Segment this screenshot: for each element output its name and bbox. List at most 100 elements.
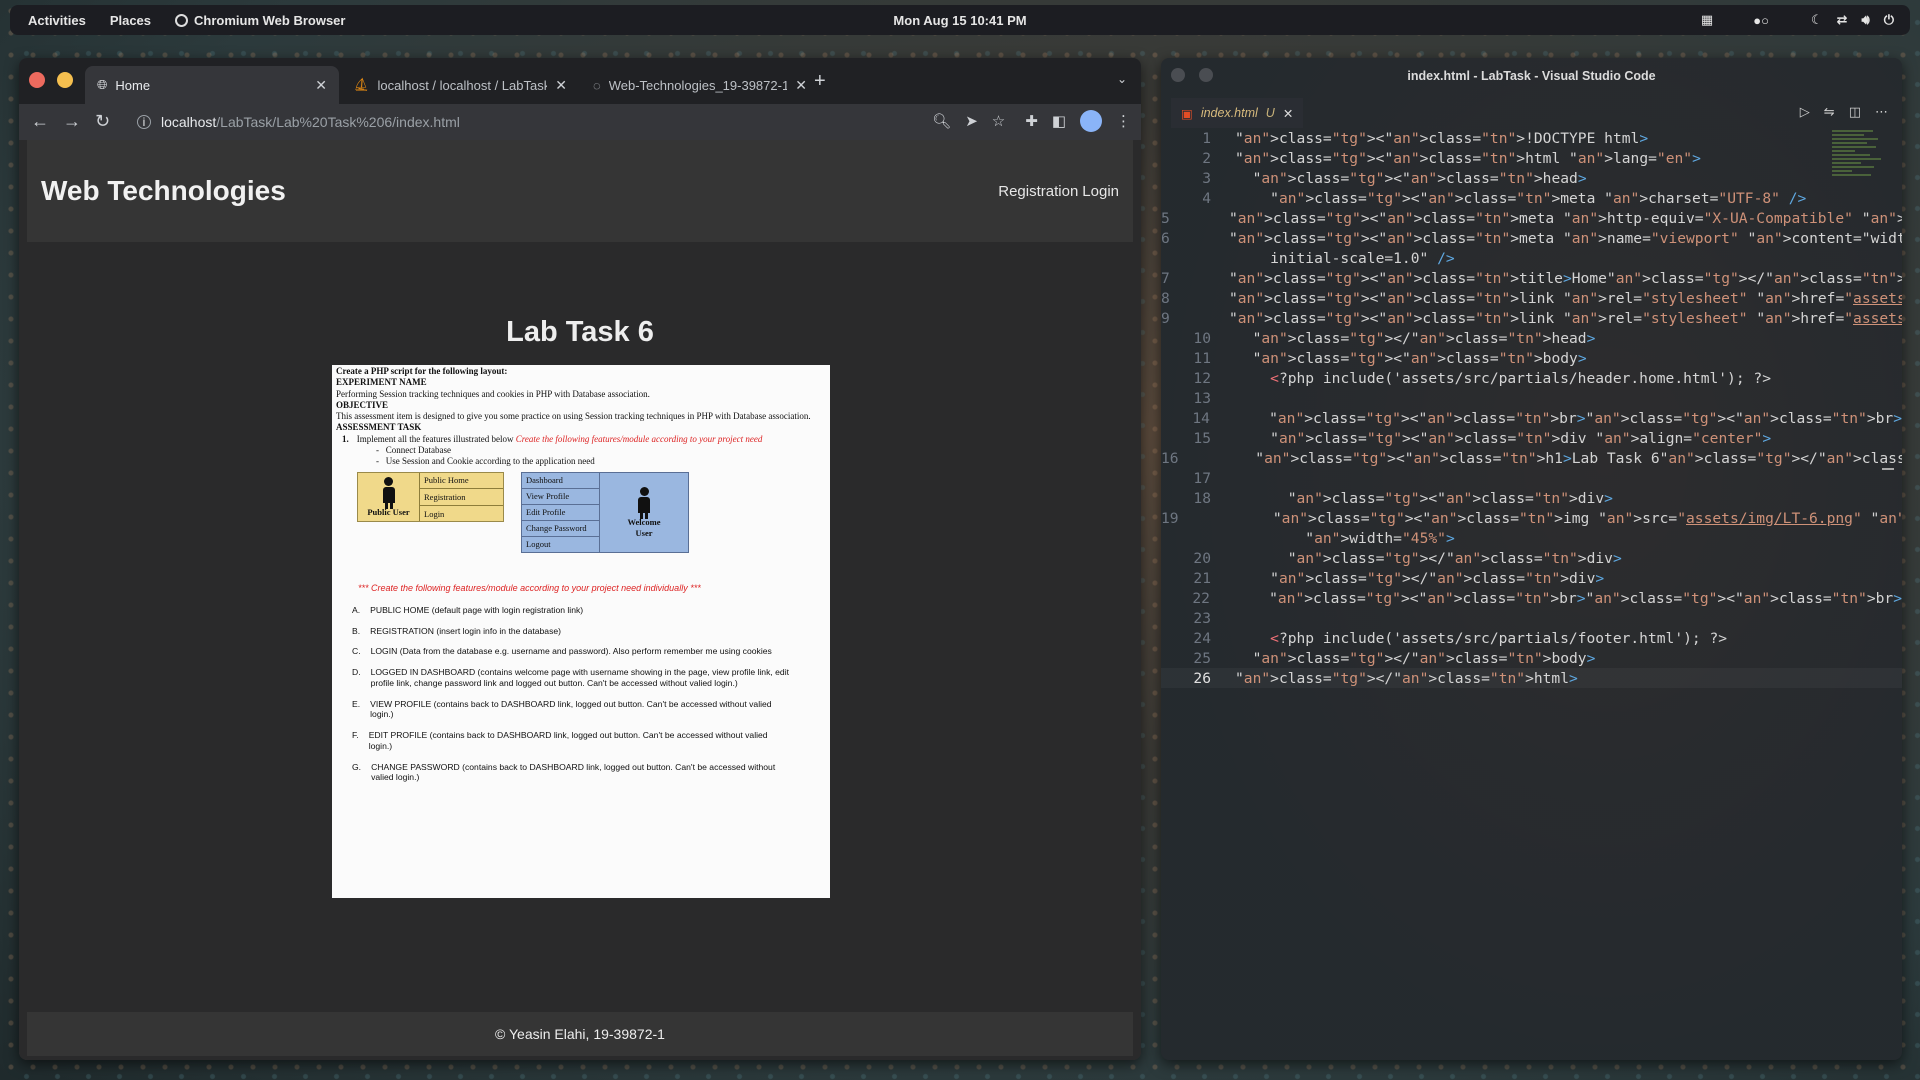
more-actions-icon[interactable]: ⋯	[1875, 104, 1888, 120]
code-line[interactable]: 20 "an">class="tg"></"an">class="tn">div…	[1161, 548, 1902, 568]
public-user-label: Public User	[367, 506, 410, 517]
line-number: 4	[1202, 189, 1211, 207]
line-number: 1	[1202, 129, 1211, 147]
extensions-icon[interactable]: ✚	[1025, 112, 1038, 130]
close-tab-icon[interactable]: ✕	[315, 77, 327, 94]
code-line[interactable]: 8 "an">class="tg"><"an">class="tn">link …	[1161, 288, 1902, 308]
code-line[interactable]: initial-scale=1.0" />	[1161, 248, 1902, 268]
code-line[interactable]: 26 "an">class="tg"></"an">class="tn">html…	[1161, 668, 1902, 688]
code-line[interactable]: 12 <?php include('assets/src/partials/he…	[1161, 368, 1902, 388]
side-panel-icon[interactable]: ◧	[1052, 112, 1066, 130]
code-editor[interactable]: 1 "an">class="tg"><"an">class="tn">!DOCTY…	[1161, 128, 1902, 688]
code-line[interactable]: 10 "an">class="tg"></"an">class="tn">hea…	[1161, 328, 1902, 348]
tab-title: Web-Technologies_19-39872-1/	[608, 77, 788, 93]
power-icon[interactable]: ⏻	[1884, 12, 1894, 28]
login-link[interactable]: Login	[1082, 183, 1119, 200]
line-number: 22	[1192, 589, 1210, 607]
address-bar[interactable]: i localhost/LabTask/Lab%20Task%206/index…	[137, 108, 1067, 136]
page-viewport: Web Technologies Registration Login Lab …	[19, 140, 1141, 1060]
doc-red-note: Create the following features/module acc…	[515, 433, 763, 444]
minimize-window-button[interactable]	[1199, 68, 1213, 82]
tab-github[interactable]: ◌ Web-Technologies_19-39872-1/ ✕	[581, 66, 819, 104]
close-tab-icon[interactable]: ✕	[555, 77, 567, 94]
line-number: 15	[1193, 429, 1211, 447]
person-icon	[637, 486, 651, 519]
close-tab-icon[interactable]: ✕	[795, 77, 807, 94]
code-text: "an">class="tg"><"an">class="tn">meta "a…	[1270, 189, 1807, 207]
code-line[interactable]: 17	[1161, 468, 1902, 488]
back-icon[interactable]: ←	[31, 111, 49, 132]
code-line[interactable]: 3 "an">class="tg"><"an">class="tn">head>	[1161, 168, 1902, 188]
person-icon	[382, 476, 396, 509]
volume-icon[interactable]: 🔊︎	[1862, 12, 1870, 28]
zoom-icon[interactable]: 🔍︎	[932, 112, 951, 130]
reload-icon[interactable]: ↻	[95, 111, 110, 132]
send-icon[interactable]: ➤	[965, 112, 978, 130]
code-line[interactable]: 11 "an">class="tg"><"an">class="tn">body…	[1161, 348, 1902, 368]
code-text: "an">class="tg"><"an">class="tn">html "a…	[1235, 149, 1701, 167]
page-heading: Lab Task 6	[506, 316, 654, 348]
registration-link[interactable]: Registration	[998, 183, 1078, 200]
code-text: "an">class="tg"><"an">class="tn">title>H…	[1228, 269, 1902, 287]
app-menu[interactable]: Chromium Web Browser	[175, 13, 345, 28]
info-icon[interactable]: i	[137, 115, 151, 129]
close-window-button[interactable]	[29, 72, 45, 88]
code-line[interactable]: 14 "an">class="tg"><"an">class="tn">br>"…	[1161, 408, 1902, 428]
code-line[interactable]: 19 "an">class="tg"><"an">class="tn">img …	[1161, 508, 1902, 528]
minimize-window-button[interactable]	[57, 72, 73, 88]
network-icon[interactable]: ⇄	[1837, 12, 1848, 28]
code-line[interactable]: 22 "an">class="tg"><"an">class="tn">br>"…	[1161, 588, 1902, 608]
code-line[interactable]: 6 "an">class="tg"><"an">class="tn">meta …	[1161, 228, 1902, 248]
run-icon[interactable]: ▷	[1800, 104, 1810, 120]
forward-icon[interactable]: →	[63, 111, 81, 132]
window-title: index.html - LabTask - Visual Studio Cod…	[1407, 69, 1656, 83]
bookmark-star-icon[interactable]: ☆	[992, 112, 1005, 130]
new-tab-button[interactable]: +	[814, 70, 826, 93]
tab-search-icon[interactable]: ⌄	[1117, 72, 1127, 86]
code-line[interactable]: 1 "an">class="tg"><"an">class="tn">!DOCTY…	[1161, 128, 1902, 148]
code-line[interactable]: 23	[1161, 608, 1902, 628]
night-light-icon[interactable]: ☾	[1811, 12, 1823, 28]
code-text: "an">class="tg"></"an">class="tn">div>	[1270, 569, 1605, 587]
tab-home[interactable]: 🌐︎ Home ✕	[85, 66, 339, 104]
code-line[interactable]: 15 "an">class="tg"><"an">class="tn">div …	[1161, 428, 1902, 448]
code-line[interactable]: 7 "an">class="tg"><"an">class="tn">title…	[1161, 268, 1902, 288]
line-number: 14	[1192, 409, 1210, 427]
clock[interactable]: Mon Aug 15 10:41 PM	[893, 13, 1026, 28]
public-item: Login	[424, 508, 445, 519]
line-number: 21	[1193, 569, 1211, 587]
code-line[interactable]: 2 "an">class="tg"><"an">class="tn">html "…	[1161, 148, 1902, 168]
welcome-user-box: Dashboard View Profile Edit Profile Chan…	[521, 472, 689, 553]
code-line[interactable]: 25 "an">class="tg"></"an">class="tn">bod…	[1161, 648, 1902, 668]
line-number: 2	[1202, 149, 1211, 167]
compare-icon[interactable]: ⇋	[1824, 104, 1835, 120]
editor-tabs: ▣ index.html U ✕ ▷ ⇋ ◫ ⋯	[1161, 94, 1902, 128]
code-line[interactable]: 16 "an">class="tg"><"an">class="tn">h1>L…	[1161, 448, 1902, 468]
places-menu[interactable]: Places	[110, 13, 151, 28]
doc-heading: OBJECTIVE	[336, 399, 389, 410]
line-number: 12	[1193, 369, 1211, 387]
code-line[interactable]: 21 "an">class="tg"></"an">class="tn">div…	[1161, 568, 1902, 588]
code-line[interactable]: 18 "an">class="tg"><"an">class="tn">div>	[1161, 488, 1902, 508]
code-text: "an">class="tg"><"an">class="tn">body>	[1252, 349, 1587, 367]
code-line[interactable]: 5 "an">class="tg"><"an">class="tn">meta …	[1161, 208, 1902, 228]
code-line[interactable]: 13	[1161, 388, 1902, 408]
tab-index-html[interactable]: ▣ index.html U ✕	[1171, 98, 1304, 128]
close-tab-icon[interactable]: ✕	[1283, 106, 1293, 121]
chromium-icon	[175, 13, 189, 27]
code-line[interactable]: 24 <?php include('assets/src/partials/fo…	[1161, 628, 1902, 648]
welcome-user-label: Welcome User	[627, 516, 661, 538]
profile-avatar[interactable]	[1080, 110, 1102, 132]
menu-icon[interactable]: ⋮	[1116, 112, 1131, 130]
vscode-titlebar: index.html - LabTask - Visual Studio Cod…	[1161, 58, 1902, 94]
list-item: C. LOGIN (Data from the database e.g. use…	[352, 646, 772, 657]
workspace-icon[interactable]: ▦	[1701, 12, 1713, 28]
code-line[interactable]: 9 "an">class="tg"><"an">class="tn">link …	[1161, 308, 1902, 328]
activities-button[interactable]: Activities	[28, 13, 86, 28]
toggle-icon[interactable]: ●○	[1753, 13, 1769, 28]
split-editor-icon[interactable]: ◫	[1849, 104, 1861, 120]
code-line[interactable]: "an">width="45%">	[1161, 528, 1902, 548]
tab-phpmyadmin[interactable]: ⛵︎ localhost / localhost / LabTask ✕	[341, 66, 579, 104]
code-line[interactable]: 4 "an">class="tg"><"an">class="tn">meta …	[1161, 188, 1902, 208]
close-window-button[interactable]	[1171, 68, 1185, 82]
